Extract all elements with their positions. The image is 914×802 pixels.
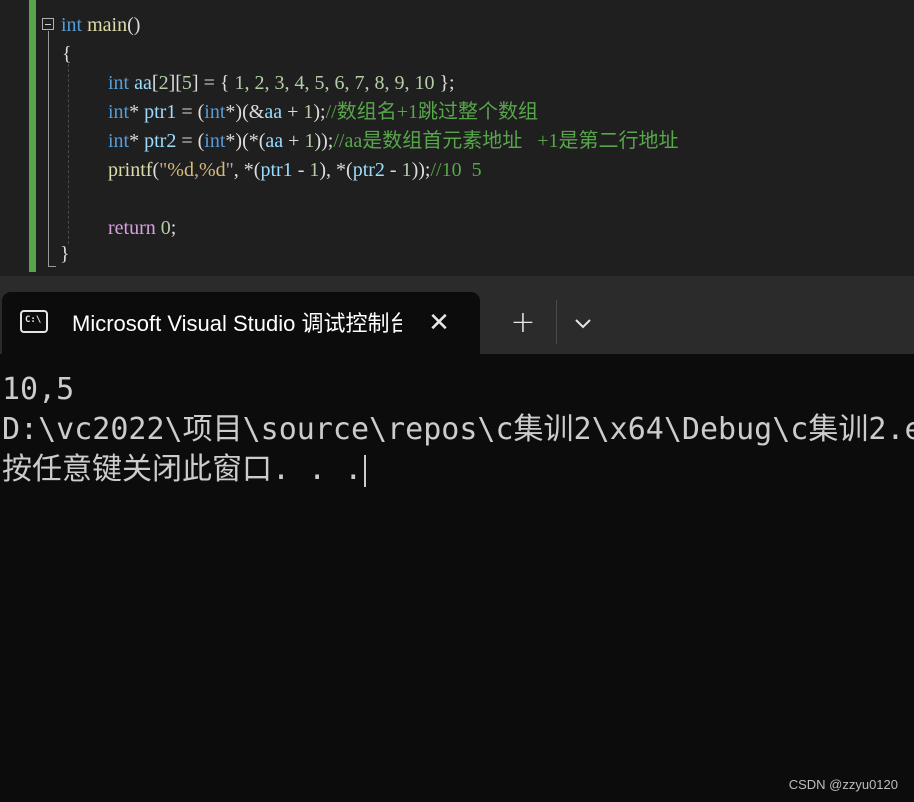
- var-ptr1: ptr1: [260, 159, 293, 181]
- var-ptr2: ptr2: [144, 130, 177, 152]
- code-line-6[interactable]: int* ptr2 = (int*)(*(aa + 1));//aa是数组首元素…: [108, 127, 679, 155]
- keyword-int: int: [108, 72, 130, 94]
- keyword-int: int: [61, 14, 83, 36]
- assign: = (: [176, 130, 205, 152]
- var-aa: aa: [265, 130, 284, 152]
- code-line-1[interactable]: int main(): [61, 11, 140, 39]
- function-printf: printf: [108, 159, 153, 181]
- number: 1: [303, 101, 314, 123]
- bracket: ][: [168, 72, 182, 94]
- cast: *)(*(: [225, 130, 266, 152]
- chevron-down-icon[interactable]: [566, 308, 600, 338]
- terminal-icon: [20, 310, 48, 333]
- fold-guide: [48, 31, 49, 267]
- open-brace: {: [62, 43, 72, 65]
- format-spec: %d: [167, 159, 194, 181]
- cast: *)(&: [225, 101, 265, 123]
- number: 1: [304, 130, 315, 152]
- terminal-tab-bar: Microsoft Visual Studio 调试控制台 ✕ +: [0, 276, 914, 354]
- bracket: [: [151, 72, 159, 94]
- code-line-7[interactable]: printf("%d,%d", *(ptr1 - 1), *(ptr2 - 1)…: [108, 156, 482, 184]
- operator: , *(: [233, 159, 261, 181]
- close-brace: }: [60, 243, 70, 265]
- tab-title: Microsoft Visual Studio 调试控制台: [72, 311, 402, 336]
- code-line-9[interactable]: return 0;: [108, 214, 176, 242]
- watermark: CSDN @zzyu0120: [788, 777, 898, 792]
- comment: //10 5: [430, 159, 482, 181]
- bracket: ]: [191, 72, 199, 94]
- output-line-3: 按任意键关闭此窗口. . .: [2, 450, 367, 490]
- code-line-5[interactable]: int* ptr1 = (int*)(&aa + 1);//数组名+1跳过整个数…: [108, 98, 538, 126]
- tab-separator: [556, 300, 557, 344]
- pointer-star: *: [129, 101, 145, 123]
- minus: -: [384, 159, 402, 181]
- var-aa: aa: [264, 101, 283, 123]
- string-quote: ": [225, 159, 234, 181]
- var-ptr2: ptr2: [352, 159, 385, 181]
- var-ptr1: ptr1: [144, 101, 177, 123]
- function-name: main: [87, 14, 128, 36]
- operator: ), *(: [319, 159, 353, 181]
- pointer-star: *: [129, 130, 145, 152]
- output-line-1: 10,5: [2, 372, 75, 407]
- change-indicator-bar: [29, 0, 36, 272]
- close: ));: [314, 130, 334, 152]
- tab-debug-console[interactable]: Microsoft Visual Studio 调试控制台 ✕: [2, 292, 480, 354]
- number: 1: [309, 159, 320, 181]
- code-line-4[interactable]: int aa[2][5] = { 1, 2, 3, 4, 5, 6, 7, 8,…: [108, 69, 455, 97]
- close-tab-button[interactable]: ✕: [422, 306, 456, 340]
- keyword-int: int: [108, 130, 130, 152]
- new-tab-button[interactable]: +: [500, 306, 546, 340]
- plus: +: [283, 130, 305, 152]
- comment: //aa是数组首元素地址 +1是第二行地址: [333, 130, 679, 152]
- assign: = (: [176, 101, 205, 123]
- code-line-2[interactable]: {: [62, 40, 72, 68]
- close: };: [434, 72, 455, 94]
- keyword-int: int: [204, 101, 226, 123]
- number: 1: [401, 159, 412, 181]
- close: );: [313, 101, 326, 123]
- comment: //数组名+1跳过整个数组: [325, 101, 538, 123]
- number: 5: [181, 72, 192, 94]
- initializer-values: 1, 2, 3, 4, 5, 6, 7, 8, 9, 10: [234, 72, 435, 94]
- minus: -: [292, 159, 310, 181]
- keyword-return: return: [108, 217, 156, 239]
- collapse-icon[interactable]: [42, 18, 54, 30]
- keyword-int: int: [204, 130, 226, 152]
- fold-guide-end: [48, 266, 56, 267]
- close: ));: [411, 159, 431, 181]
- indent-guide: [68, 64, 69, 244]
- parens: (): [127, 14, 141, 36]
- output-line-2: D:\vc2022\项目\source\repos\c集训2\x64\Debug…: [2, 412, 914, 447]
- var-aa: aa: [134, 72, 152, 94]
- assign: = {: [198, 72, 235, 94]
- output-line-3-text: 按任意键关闭此窗口. . .: [2, 452, 363, 487]
- keyword-int: int: [108, 101, 130, 123]
- semicolon: ;: [170, 217, 177, 239]
- text-cursor: [364, 454, 367, 487]
- number: 2: [158, 72, 169, 94]
- code-line-10[interactable]: }: [60, 240, 70, 268]
- plus: +: [282, 101, 304, 123]
- terminal-output[interactable]: 10,5 D:\vc2022\项目\source\repos\c集训2\x64\…: [0, 354, 914, 802]
- code-editor[interactable]: int main() { int aa[2][5] = { 1, 2, 3, 4…: [0, 0, 914, 276]
- format-spec: %d: [198, 159, 226, 181]
- number: 0: [160, 217, 171, 239]
